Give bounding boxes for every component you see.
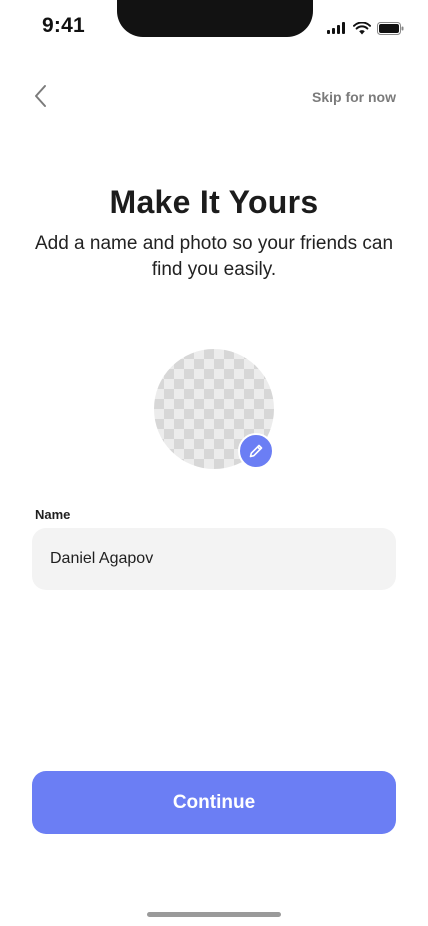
status-bar: 9:41 bbox=[0, 0, 428, 48]
back-button[interactable] bbox=[26, 82, 54, 110]
name-input[interactable] bbox=[50, 550, 378, 568]
pencil-icon bbox=[249, 444, 263, 458]
page-title: Make It Yours bbox=[109, 184, 319, 220]
name-field[interactable] bbox=[32, 528, 396, 590]
chevron-left-icon bbox=[35, 85, 46, 107]
wifi-icon bbox=[353, 21, 371, 34]
status-icons bbox=[327, 21, 404, 35]
device-notch bbox=[117, 0, 313, 37]
page-subtitle: Add a name and photo so your friends can… bbox=[34, 233, 394, 280]
skip-for-now-link[interactable]: Skip for now bbox=[312, 89, 396, 105]
home-indicator bbox=[147, 912, 281, 917]
battery-icon bbox=[377, 21, 404, 35]
continue-button[interactable]: Continue bbox=[32, 771, 396, 834]
edit-photo-button[interactable] bbox=[238, 433, 274, 469]
status-time: 9:41 bbox=[42, 14, 85, 37]
cellular-signal-icon bbox=[327, 22, 345, 34]
profile-setup-screen: 9:41 Skip for now Make It Yours Add a na… bbox=[0, 0, 428, 926]
name-label: Name bbox=[35, 507, 71, 522]
